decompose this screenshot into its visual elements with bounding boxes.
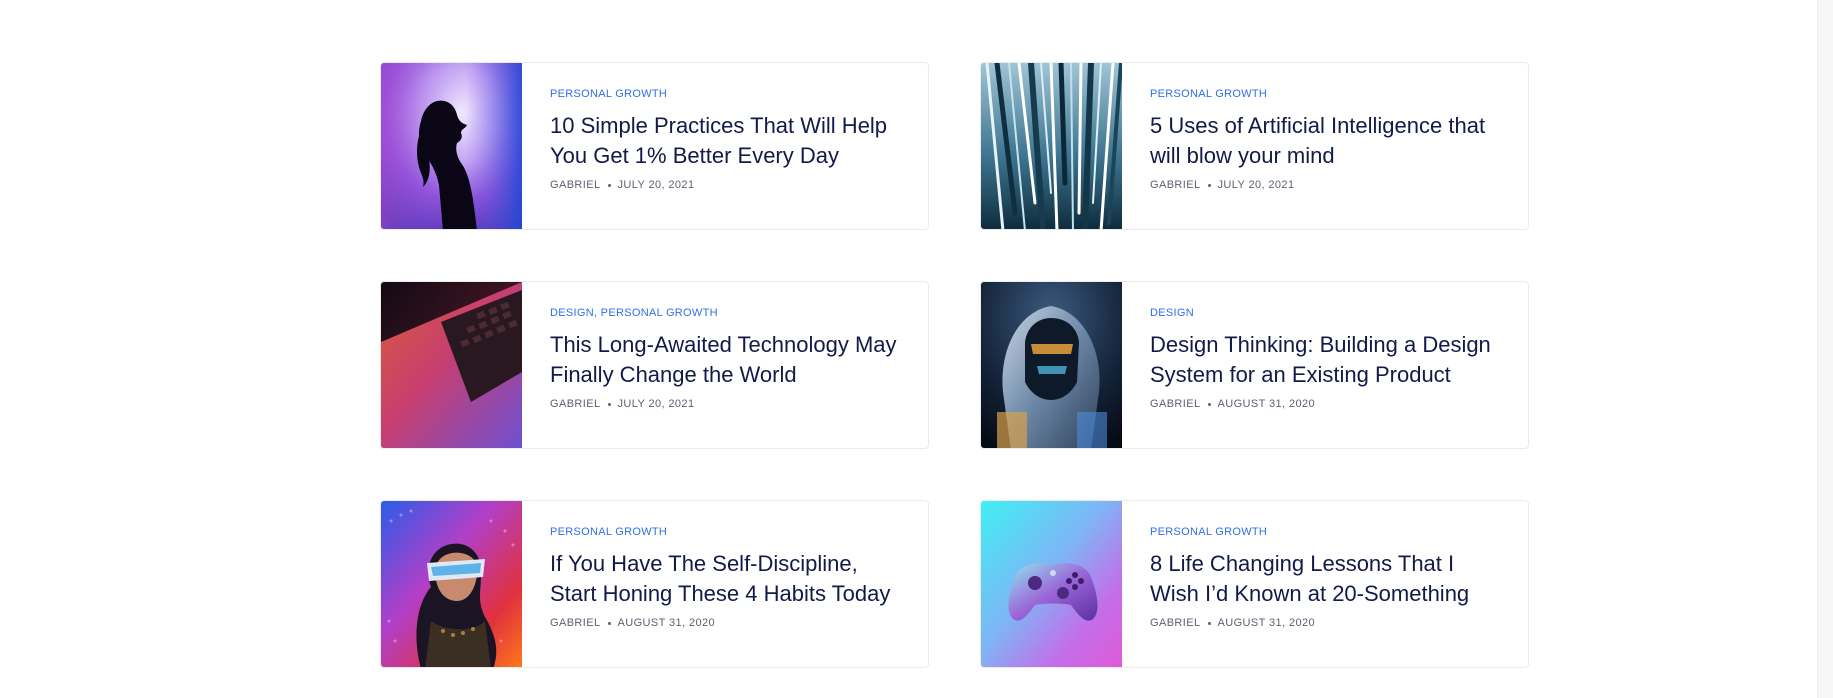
post-content: PERSONAL GROWTH 10 Simple Practices That… <box>522 63 928 229</box>
post-author: GABRIEL <box>1150 179 1201 191</box>
meta-separator-dot <box>607 621 611 625</box>
post-category-link[interactable]: PERSONAL GROWTH <box>550 87 904 101</box>
post-meta: GABRIEL JULY 20, 2021 <box>1150 179 1504 191</box>
post-card[interactable]: DESIGN, PERSONAL GROWTH This Long-Awaite… <box>380 281 929 449</box>
meta-separator-dot <box>1207 402 1211 406</box>
post-title-link[interactable]: 8 Life Changing Lessons That I Wish I’d … <box>1150 549 1504 609</box>
post-date: JULY 20, 2021 <box>617 398 695 410</box>
post-author: GABRIEL <box>1150 398 1201 410</box>
astronaut-helmet-icon <box>981 282 1122 448</box>
post-meta: GABRIEL JULY 20, 2021 <box>550 179 904 191</box>
post-author: GABRIEL <box>550 398 601 410</box>
post-meta: GABRIEL AUGUST 31, 2020 <box>1150 617 1504 629</box>
woman-vr-glasses-icon <box>381 501 522 667</box>
light-streaks-image[interactable] <box>981 63 1122 229</box>
post-date: JULY 20, 2021 <box>617 179 695 191</box>
astronaut-helmet-image[interactable] <box>981 282 1122 448</box>
meta-separator-dot <box>607 183 611 187</box>
post-grid: PERSONAL GROWTH 10 Simple Practices That… <box>380 62 1529 668</box>
post-meta: GABRIEL AUGUST 31, 2020 <box>550 617 904 629</box>
post-card[interactable]: PERSONAL GROWTH 8 Life Changing Lessons … <box>980 500 1529 668</box>
post-content: DESIGN Design Thinking: Building a Desig… <box>1122 282 1528 448</box>
post-card[interactable]: PERSONAL GROWTH 5 Uses of Artificial Int… <box>980 62 1529 230</box>
post-title-link[interactable]: 5 Uses of Artificial Intelligence that w… <box>1150 111 1504 171</box>
post-meta: GABRIEL JULY 20, 2021 <box>550 398 904 410</box>
post-category-link[interactable]: PERSONAL GROWTH <box>1150 525 1504 539</box>
post-date: AUGUST 31, 2020 <box>1217 617 1316 629</box>
post-meta: GABRIEL AUGUST 31, 2020 <box>1150 398 1504 410</box>
post-author: GABRIEL <box>550 179 601 191</box>
post-date: AUGUST 31, 2020 <box>1217 398 1316 410</box>
post-content: DESIGN, PERSONAL GROWTH This Long-Awaite… <box>522 282 928 448</box>
laptop-keyboard-image[interactable] <box>381 282 522 448</box>
post-card[interactable]: PERSONAL GROWTH 10 Simple Practices That… <box>380 62 929 230</box>
post-card[interactable]: DESIGN Design Thinking: Building a Desig… <box>980 281 1529 449</box>
post-date: JULY 20, 2021 <box>1217 179 1295 191</box>
game-controller-image[interactable] <box>981 501 1122 667</box>
silhouette-woman-icon <box>381 63 522 229</box>
silhouette-woman-image[interactable] <box>381 63 522 229</box>
post-title-link[interactable]: This Long-Awaited Technology May Finally… <box>550 330 904 390</box>
meta-separator-dot <box>607 402 611 406</box>
post-category-link[interactable]: PERSONAL GROWTH <box>1150 87 1504 101</box>
post-content: PERSONAL GROWTH If You Have The Self-Dis… <box>522 501 928 667</box>
meta-separator-dot <box>1207 183 1211 187</box>
post-date: AUGUST 31, 2020 <box>617 617 716 629</box>
post-content: PERSONAL GROWTH 8 Life Changing Lessons … <box>1122 501 1528 667</box>
meta-separator-dot <box>1207 621 1211 625</box>
post-title-link[interactable]: 10 Simple Practices That Will Help You G… <box>550 111 904 171</box>
post-author: GABRIEL <box>1150 617 1201 629</box>
game-controller-icon <box>981 501 1122 667</box>
post-category-link[interactable]: PERSONAL GROWTH <box>550 525 904 539</box>
laptop-keyboard-icon <box>381 282 522 448</box>
post-content: PERSONAL GROWTH 5 Uses of Artificial Int… <box>1122 63 1528 229</box>
post-category-link[interactable]: DESIGN <box>1150 306 1504 320</box>
light-streaks-icon <box>981 63 1122 229</box>
vertical-scrollbar[interactable] <box>1817 0 1833 698</box>
post-author: GABRIEL <box>550 617 601 629</box>
post-card[interactable]: PERSONAL GROWTH If You Have The Self-Dis… <box>380 500 929 668</box>
post-category-link[interactable]: DESIGN, PERSONAL GROWTH <box>550 306 904 320</box>
post-title-link[interactable]: If You Have The Self-Discipline, Start H… <box>550 549 904 609</box>
post-title-link[interactable]: Design Thinking: Building a Design Syste… <box>1150 330 1504 390</box>
woman-vr-glasses-image[interactable] <box>381 501 522 667</box>
